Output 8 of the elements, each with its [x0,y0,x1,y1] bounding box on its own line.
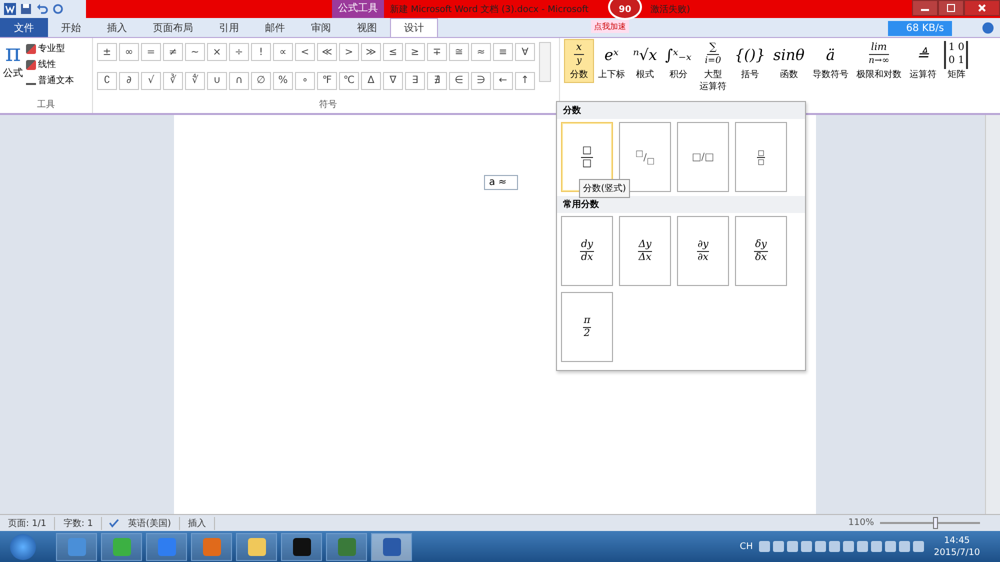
group-label: 符号 [318,98,338,112]
window-title-tail: 激活失败) [650,4,690,16]
gallery-section-title: 常用分数 [557,196,805,213]
context-tab-label: 公式工具 [332,0,384,18]
window-title: 新建 Microsoft Word 文档 (3).docx - Microsoft [390,4,589,16]
tooltip: 分数(竖式) [579,179,630,198]
gallery-section-title: 分数 [557,102,805,119]
group-label: 工具 [36,98,56,112]
